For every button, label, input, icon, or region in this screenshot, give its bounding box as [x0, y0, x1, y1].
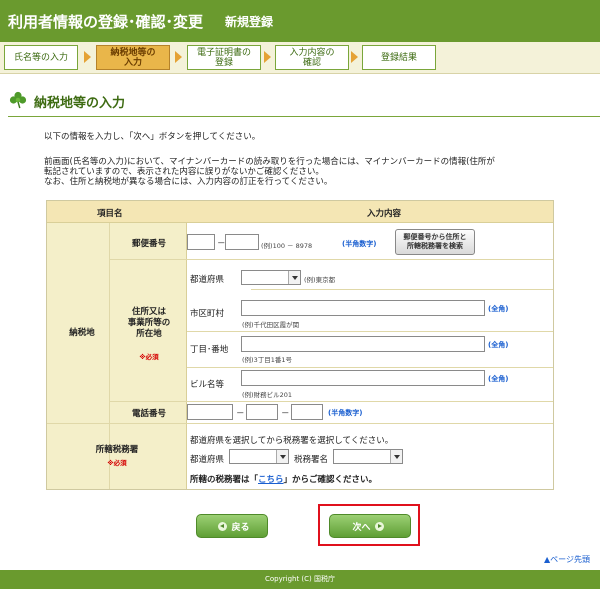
building-example: (例)財務ビル201: [242, 391, 292, 399]
postal-code-second-input[interactable]: [225, 234, 259, 250]
pref-select[interactable]: [241, 270, 301, 285]
phone-dash: －: [236, 409, 245, 419]
intro-text: 以下の情報を入力し、「次へ」ボタンを押してください。: [44, 132, 261, 142]
pref-example: (例)東京都: [304, 276, 336, 284]
chevron-down-icon: [288, 271, 300, 284]
form-header-row: 項目名 入力内容: [47, 201, 553, 223]
arrow-left-icon: [218, 521, 228, 531]
divider: [8, 116, 600, 117]
row-divider: [187, 367, 553, 368]
address-label: 住所又は 事業所等の 所在地: [127, 307, 171, 339]
postal-label: 郵便番号: [131, 239, 166, 249]
app-title: 利用者情報の登録･確認･変更: [8, 12, 204, 31]
chome-label: 丁目･番地: [190, 345, 229, 355]
phone-format-note: (半角数字): [328, 409, 363, 417]
row-divider: [109, 401, 553, 402]
step-progress: 氏名等の入力 納税地等の 入力 電子証明書の 登録 入力内容の 確認 登録結果: [0, 42, 600, 74]
step-tax-address-input: 納税地等の 入力: [96, 45, 170, 70]
tax-pref-label: 都道府県: [190, 455, 225, 465]
tax-office-select[interactable]: [333, 449, 403, 464]
chome-input[interactable]: [241, 336, 485, 352]
title-bar: 利用者情報の登録･確認･変更 新規登録: [0, 0, 600, 42]
tax-pref-select[interactable]: [229, 449, 289, 464]
intro-text: なお、住所と納税地が異なる場合には、入力内容の訂正を行ってください。: [44, 177, 333, 187]
chevron-down-icon: [390, 450, 402, 463]
postal-code-first-input[interactable]: [187, 234, 215, 250]
step-name-input: 氏名等の入力: [4, 45, 78, 70]
postal-example: (例)100 － 8978: [261, 242, 313, 250]
phone-first-input[interactable]: [187, 404, 233, 420]
step-confirm: 入力内容の 確認: [275, 45, 349, 70]
phone-label: 電話番号: [131, 409, 166, 419]
step-arrow-icon: [264, 51, 271, 63]
building-input[interactable]: [241, 370, 485, 386]
tax-office-link[interactable]: こちら: [258, 475, 284, 485]
section-heading: 納税地等の入力: [0, 88, 600, 112]
search-address-button[interactable]: 郵便番号から住所と 所轄税務署を検索: [395, 229, 475, 255]
phone-second-input[interactable]: [246, 404, 278, 420]
column-header-content: 入力内容: [367, 209, 402, 219]
chome-zenkaku-note: (全角): [488, 341, 509, 349]
phone-third-input[interactable]: [291, 404, 323, 420]
phone-dash: －: [281, 409, 290, 419]
arrow-right-icon: [374, 521, 384, 531]
page-title: 納税地等の入力: [34, 96, 126, 111]
back-button[interactable]: 戻る: [196, 514, 268, 538]
postal-format-note: (半角数字): [342, 240, 377, 248]
step-result: 登録結果: [362, 45, 436, 70]
step-arrow-icon: [351, 51, 358, 63]
chevron-down-icon: [276, 450, 288, 463]
tax-office-label: 所轄税務署: [95, 445, 139, 455]
pref-label: 都道府県: [190, 275, 225, 285]
step-certificate: 電子証明書の 登録: [187, 45, 261, 70]
city-label: 市区町村: [190, 309, 225, 319]
row-divider: [47, 423, 553, 424]
tax-office-name-label: 税務署名: [294, 455, 329, 465]
next-button[interactable]: 次へ: [329, 514, 411, 538]
nozeichi-label: 納税地: [69, 328, 95, 338]
required-badge: ※必須: [107, 459, 127, 467]
city-input[interactable]: [241, 300, 485, 316]
chome-example: (例)3丁目1番1号: [242, 356, 292, 364]
row-divider: [187, 331, 553, 332]
building-label: ビル名等: [190, 380, 225, 390]
step-arrow-icon: [175, 51, 182, 63]
footer: Copyright (C) 国税庁: [0, 570, 600, 589]
required-badge: ※必須: [139, 353, 159, 361]
row-divider: [109, 259, 553, 260]
clover-icon: [9, 91, 27, 109]
building-zenkaku-note: (全角): [488, 375, 509, 383]
city-example: (例)千代田区霞が関: [242, 321, 300, 329]
page-top-link[interactable]: ▲ページ先頭: [544, 554, 590, 565]
step-arrow-icon: [84, 51, 91, 63]
tax-office-note: 所轄の税務署は「こちら」からご確認ください。: [190, 475, 378, 485]
tax-office-instruction: 都道府県を選択してから税務署を選択してください。: [190, 436, 394, 446]
column-header-item: 項目名: [97, 209, 123, 219]
city-zenkaku-note: (全角): [488, 305, 509, 313]
row-divider: [251, 289, 553, 290]
app-subtitle: 新規登録: [225, 14, 274, 29]
